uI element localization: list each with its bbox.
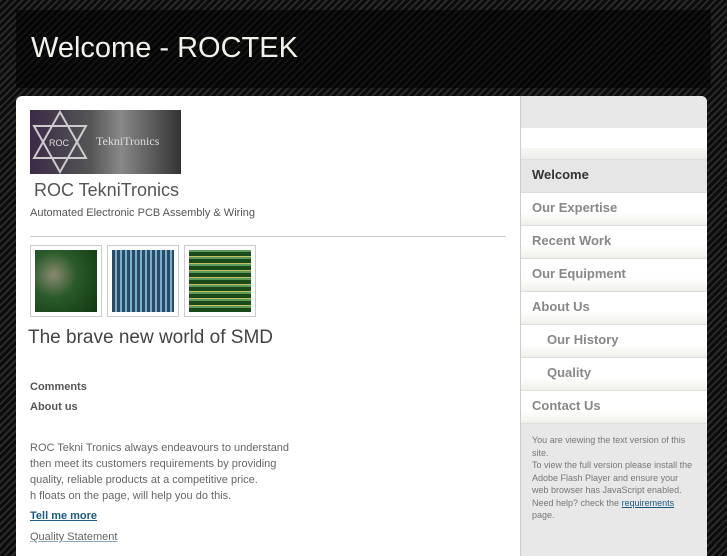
svg-text:ROC: ROC bbox=[49, 138, 70, 148]
divider bbox=[30, 236, 506, 237]
thumbnail-3[interactable] bbox=[184, 245, 256, 317]
sidebar-top bbox=[521, 96, 707, 128]
logo-text: TekniTronics bbox=[96, 134, 160, 148]
notice-line: page. bbox=[532, 510, 555, 520]
page-title: Welcome - ROCTEK bbox=[31, 32, 298, 64]
nav-our-history[interactable]: Our History bbox=[521, 325, 707, 358]
nav-about-us[interactable]: About Us bbox=[521, 292, 707, 325]
about-heading: About us bbox=[30, 401, 78, 413]
sidebar-band bbox=[521, 128, 707, 148]
sidebar-band bbox=[521, 148, 707, 160]
tell-me-more-link[interactable]: Tell me more bbox=[30, 510, 97, 522]
site-name: ROC TekniTronics bbox=[34, 180, 180, 200]
notice-line: You are viewing the text version of this… bbox=[532, 435, 686, 458]
page-panel: ROC TekniTronics ROC TekniTronics Automa… bbox=[16, 96, 707, 556]
nav-welcome[interactable]: Welcome bbox=[521, 160, 707, 193]
nav-recent-work[interactable]: Recent Work bbox=[521, 226, 707, 259]
header: Welcome - ROCTEK bbox=[16, 10, 711, 88]
nav-our-expertise[interactable]: Our Expertise bbox=[521, 193, 707, 226]
nav-our-equipment[interactable]: Our Equipment bbox=[521, 259, 707, 292]
nav-quality[interactable]: Quality bbox=[521, 358, 707, 391]
thumbnail-2[interactable] bbox=[107, 245, 179, 317]
nav-contact-us[interactable]: Contact Us bbox=[521, 391, 707, 424]
notice-line: To view the full version please install … bbox=[532, 460, 693, 495]
body-line: quality, reliable products at a competit… bbox=[30, 474, 258, 486]
thumbnail-1[interactable] bbox=[30, 245, 102, 317]
main-content: ROC TekniTronics ROC TekniTronics Automa… bbox=[16, 96, 520, 556]
flash-notice: You are viewing the text version of this… bbox=[521, 424, 707, 532]
body-line: then meet its customers requirements by … bbox=[30, 458, 277, 470]
section-heading: The brave new world of SMD bbox=[28, 327, 273, 348]
body-line: h floats on the page, will help you do t… bbox=[30, 490, 232, 502]
sidebar: Welcome Our Expertise Recent Work Our Eq… bbox=[520, 96, 707, 556]
quality-statement-link[interactable]: Quality Statement bbox=[30, 531, 117, 543]
tagline: Automated Electronic PCB Assembly & Wiri… bbox=[30, 207, 255, 219]
body-line: ROC Tekni Tronics always endeavours to u… bbox=[30, 442, 290, 454]
logo: ROC TekniTronics bbox=[30, 110, 181, 174]
comments-link[interactable]: Comments bbox=[30, 381, 87, 393]
notice-line: Need help? check the bbox=[532, 497, 620, 508]
requirements-link[interactable]: requirements bbox=[622, 498, 675, 508]
body-text: ROC Tekni Tronics always endeavours to u… bbox=[30, 440, 330, 504]
star-icon: ROC bbox=[32, 110, 88, 174]
